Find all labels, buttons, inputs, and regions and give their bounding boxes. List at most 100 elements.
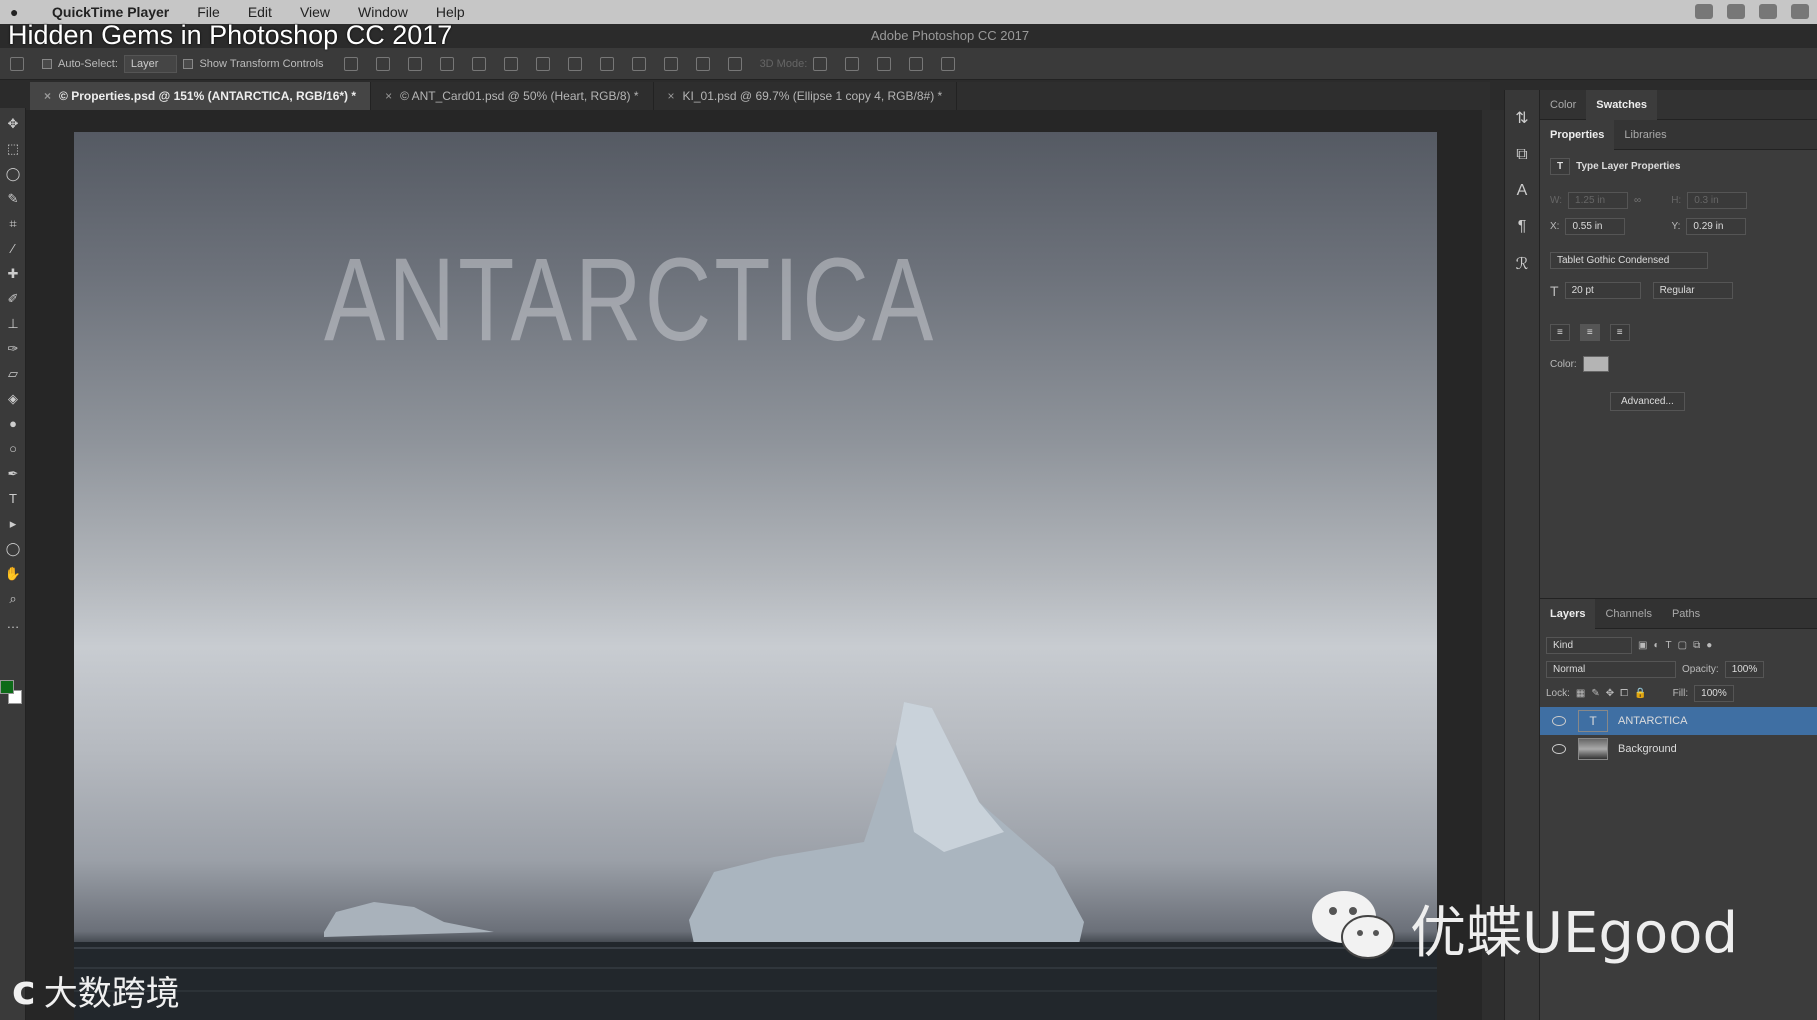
distribute-left-icon[interactable] bbox=[631, 56, 646, 71]
tab-swatches[interactable]: Swatches bbox=[1586, 89, 1658, 120]
text-color-swatch[interactable] bbox=[1582, 356, 1609, 372]
menu-file[interactable]: File bbox=[197, 4, 220, 20]
align-right-icon[interactable] bbox=[503, 56, 518, 71]
close-icon[interactable]: × bbox=[385, 89, 392, 103]
lock-transparent-icon[interactable]: ▦ bbox=[1576, 688, 1585, 699]
cloud-icon[interactable] bbox=[1759, 4, 1777, 19]
3d-slide-icon[interactable] bbox=[909, 56, 924, 71]
distribute-bottom-icon[interactable] bbox=[599, 56, 614, 71]
tab-libraries[interactable]: Libraries bbox=[1614, 120, 1676, 150]
layer-row-antarctica[interactable]: T ANTARCTICA bbox=[1540, 707, 1817, 735]
quick-select-icon[interactable]: ✎ bbox=[4, 190, 22, 208]
height-field[interactable]: 0.3 in bbox=[1687, 192, 1748, 209]
filter-shape-icon[interactable]: ▢ bbox=[1678, 640, 1687, 651]
close-icon[interactable]: × bbox=[44, 89, 51, 103]
tab-paths[interactable]: Paths bbox=[1662, 599, 1710, 629]
width-field[interactable]: 1.25 in bbox=[1568, 192, 1629, 209]
move-tool-icon[interactable] bbox=[10, 56, 24, 71]
align-right-icon[interactable]: ≡ bbox=[1609, 324, 1630, 341]
history-brush-icon[interactable]: ✑ bbox=[4, 340, 22, 358]
distribute-center-icon[interactable] bbox=[567, 56, 582, 71]
zoom-icon[interactable]: ⌕ bbox=[4, 590, 22, 608]
advanced-button[interactable]: Advanced... bbox=[1610, 392, 1685, 411]
lasso-icon[interactable]: ◯ bbox=[4, 165, 22, 183]
visibility-eye-icon[interactable] bbox=[1552, 744, 1566, 754]
3d-rotate-icon[interactable] bbox=[813, 56, 828, 71]
ellipse-icon[interactable]: ◯ bbox=[4, 540, 22, 558]
tab-layers[interactable]: Layers bbox=[1540, 598, 1596, 629]
tab-ant-card[interactable]: × © ANT_Card01.psd @ 50% (Heart, RGB/8) * bbox=[371, 82, 654, 110]
stamp-icon[interactable]: ⊥ bbox=[4, 315, 22, 333]
menu-extra-icon[interactable] bbox=[1791, 4, 1809, 19]
vertical-scrollbar[interactable] bbox=[1482, 110, 1504, 1020]
brush-icon[interactable]: ✐ bbox=[4, 290, 22, 308]
eyedropper-icon[interactable]: ⁄ bbox=[4, 240, 22, 258]
kind-filter-select[interactable]: Kind bbox=[1546, 637, 1632, 654]
more-tools-icon[interactable]: … bbox=[4, 615, 22, 633]
filter-toggle-icon[interactable]: ● bbox=[1706, 640, 1712, 651]
lock-paint-icon[interactable]: ✎ bbox=[1591, 688, 1599, 699]
menu-edit[interactable]: Edit bbox=[248, 4, 272, 20]
record-icon[interactable] bbox=[1727, 4, 1745, 19]
pen-icon[interactable]: ✒ bbox=[4, 465, 22, 483]
type-icon[interactable]: T bbox=[4, 490, 22, 508]
fill-field[interactable]: 100% bbox=[1694, 685, 1734, 702]
align-bottom-icon[interactable] bbox=[407, 56, 422, 71]
path-select-icon[interactable]: ▸ bbox=[4, 515, 22, 533]
filter-smart-icon[interactable]: ⧉ bbox=[1693, 640, 1700, 651]
visibility-eye-icon[interactable] bbox=[1552, 716, 1566, 726]
tab-ki-01[interactable]: × KI_01.psd @ 69.7% (Ellipse 1 copy 4, RG… bbox=[654, 82, 958, 110]
3d-roll-icon[interactable] bbox=[845, 56, 860, 71]
show-transform-checkbox[interactable] bbox=[183, 58, 194, 69]
crop-icon[interactable]: ⌗ bbox=[4, 215, 22, 233]
tab-properties-psd[interactable]: × © Properties.psd @ 151% (ANTARCTICA, RG… bbox=[30, 82, 372, 110]
move-icon[interactable]: ✥ bbox=[4, 115, 22, 133]
eraser-icon[interactable]: ▱ bbox=[4, 365, 22, 383]
blur-icon[interactable]: ● bbox=[4, 415, 22, 433]
healing-icon[interactable]: ✚ bbox=[4, 265, 22, 283]
glyphs-panel-icon[interactable]: ℛ bbox=[1505, 254, 1539, 274]
menu-help[interactable]: Help bbox=[436, 4, 465, 20]
x-field[interactable]: 0.55 in bbox=[1565, 218, 1626, 235]
lock-move-icon[interactable]: ✥ bbox=[1606, 688, 1614, 699]
menu-app-name[interactable]: QuickTime Player bbox=[52, 4, 169, 20]
menu-view[interactable]: View bbox=[300, 4, 330, 20]
auto-align-icon[interactable] bbox=[727, 56, 742, 71]
auto-select-checkbox[interactable] bbox=[42, 58, 52, 69]
align-left-icon[interactable]: ≡ bbox=[1550, 324, 1570, 341]
layer-select-dropdown[interactable]: Layer bbox=[123, 54, 178, 73]
blend-mode-select[interactable]: Normal bbox=[1546, 661, 1676, 678]
filter-adjust-icon[interactable]: ◐ bbox=[1653, 640, 1659, 651]
lock-artboard-icon[interactable]: ⧠ bbox=[1620, 688, 1628, 699]
distribute-hcenter-icon[interactable] bbox=[663, 56, 678, 71]
link-icon[interactable]: ∞ bbox=[1634, 195, 1641, 206]
close-icon[interactable]: × bbox=[668, 89, 675, 103]
dodge-icon[interactable]: ○ bbox=[4, 440, 22, 458]
y-field[interactable]: 0.29 in bbox=[1686, 218, 1747, 235]
font-style-select[interactable]: Regular bbox=[1652, 282, 1733, 299]
lock-all-icon[interactable]: 🔒 bbox=[1634, 688, 1646, 699]
clone-source-icon[interactable]: ⧉ bbox=[1505, 146, 1539, 164]
align-vcenter-icon[interactable] bbox=[375, 56, 390, 71]
canvas-type-layer[interactable]: ANTARCTICA bbox=[324, 232, 936, 368]
menu-window[interactable]: Window bbox=[358, 4, 408, 20]
align-hcenter-icon[interactable] bbox=[471, 56, 486, 71]
filter-type-icon[interactable]: T bbox=[1666, 640, 1672, 651]
align-top-icon[interactable] bbox=[343, 56, 358, 71]
tab-properties[interactable]: Properties bbox=[1540, 119, 1615, 150]
display-icon[interactable] bbox=[1695, 4, 1713, 19]
align-center-icon[interactable]: ≡ bbox=[1579, 324, 1600, 341]
3d-pan-icon[interactable] bbox=[877, 56, 892, 71]
tab-color[interactable]: Color bbox=[1540, 90, 1586, 120]
document-image[interactable]: ANTARCTICA bbox=[74, 132, 1437, 1020]
apple-icon[interactable]: ● bbox=[10, 4, 28, 20]
font-family-select[interactable]: Tablet Gothic Condensed bbox=[1550, 252, 1708, 269]
history-panel-icon[interactable]: ⇅ bbox=[1505, 108, 1539, 128]
layer-row-background[interactable]: Background bbox=[1540, 735, 1817, 763]
opacity-field[interactable]: 100% bbox=[1724, 661, 1765, 678]
character-panel-icon[interactable]: A bbox=[1505, 182, 1539, 200]
foreground-color-swatch[interactable] bbox=[0, 680, 14, 694]
3d-scale-icon[interactable] bbox=[941, 56, 956, 71]
align-left-icon[interactable] bbox=[439, 56, 454, 71]
hand-icon[interactable]: ✋ bbox=[4, 565, 22, 583]
